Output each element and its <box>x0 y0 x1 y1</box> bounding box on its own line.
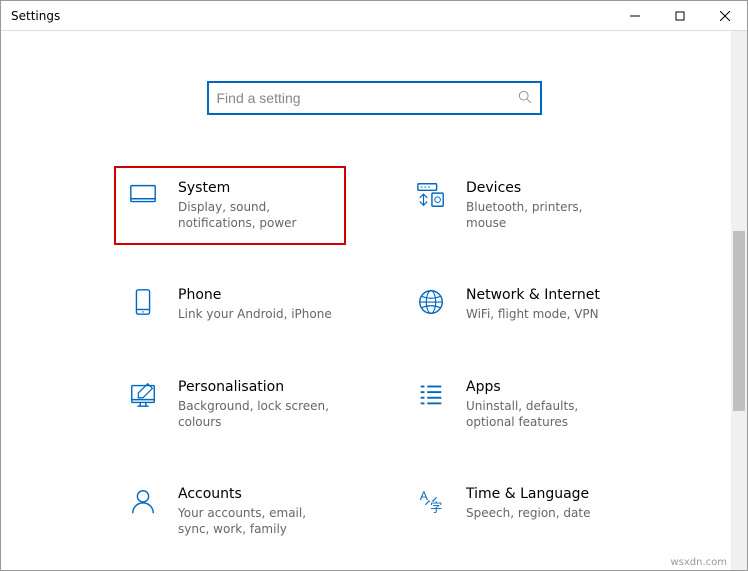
category-devices[interactable]: Devices Bluetooth, printers, mouse <box>404 170 632 241</box>
categories-grid: System Display, sound, notifications, po… <box>31 170 717 547</box>
apps-icon <box>414 379 448 413</box>
category-desc: Uninstall, defaults, optional features <box>466 398 622 430</box>
time-language-icon: A字 <box>414 486 448 520</box>
category-desc: Your accounts, email, sync, work, family <box>178 505 334 537</box>
svg-text:A: A <box>420 489 429 503</box>
close-icon <box>720 11 730 21</box>
search-input[interactable] <box>217 90 518 106</box>
search-container <box>31 81 717 115</box>
category-apps[interactable]: Apps Uninstall, defaults, optional featu… <box>404 369 632 440</box>
phone-icon <box>126 287 160 321</box>
category-title: Apps <box>466 379 622 395</box>
maximize-icon <box>675 11 685 21</box>
search-icon <box>518 89 532 108</box>
category-system[interactable]: System Display, sound, notifications, po… <box>114 166 346 245</box>
category-time-language[interactable]: A字 Time & Language Speech, region, date <box>404 476 632 547</box>
scrollbar[interactable] <box>731 31 747 570</box>
category-personalisation[interactable]: Personalisation Background, lock screen,… <box>116 369 344 440</box>
accounts-icon <box>126 486 160 520</box>
category-desc: Display, sound, notifications, power <box>178 199 334 231</box>
close-button[interactable] <box>702 1 747 30</box>
scrollbar-thumb[interactable] <box>733 231 745 411</box>
category-title: Time & Language <box>466 486 622 502</box>
category-title: Devices <box>466 180 622 196</box>
category-accounts[interactable]: Accounts Your accounts, email, sync, wor… <box>116 476 344 547</box>
titlebar: Settings <box>1 1 747 31</box>
system-icon <box>126 180 160 214</box>
category-title: Network & Internet <box>466 287 622 303</box>
search-box[interactable] <box>207 81 542 115</box>
minimize-icon <box>630 11 640 21</box>
category-desc: WiFi, flight mode, VPN <box>466 306 622 322</box>
svg-text:字: 字 <box>430 499 442 514</box>
window-title: Settings <box>11 9 60 23</box>
category-title: System <box>178 180 334 196</box>
minimize-button[interactable] <box>612 1 657 30</box>
maximize-button[interactable] <box>657 1 702 30</box>
category-title: Phone <box>178 287 334 303</box>
devices-icon <box>414 180 448 214</box>
personalisation-icon <box>126 379 160 413</box>
category-title: Accounts <box>178 486 334 502</box>
window-controls <box>612 1 747 30</box>
watermark: wsxdn.com <box>670 557 727 568</box>
category-title: Personalisation <box>178 379 334 395</box>
category-desc: Background, lock screen, colours <box>178 398 334 430</box>
content-area: System Display, sound, notifications, po… <box>1 31 747 547</box>
category-desc: Speech, region, date <box>466 505 622 521</box>
category-desc: Link your Android, iPhone <box>178 306 334 322</box>
category-desc: Bluetooth, printers, mouse <box>466 199 622 231</box>
category-phone[interactable]: Phone Link your Android, iPhone <box>116 277 344 332</box>
category-network[interactable]: Network & Internet WiFi, flight mode, VP… <box>404 277 632 332</box>
network-icon <box>414 287 448 321</box>
